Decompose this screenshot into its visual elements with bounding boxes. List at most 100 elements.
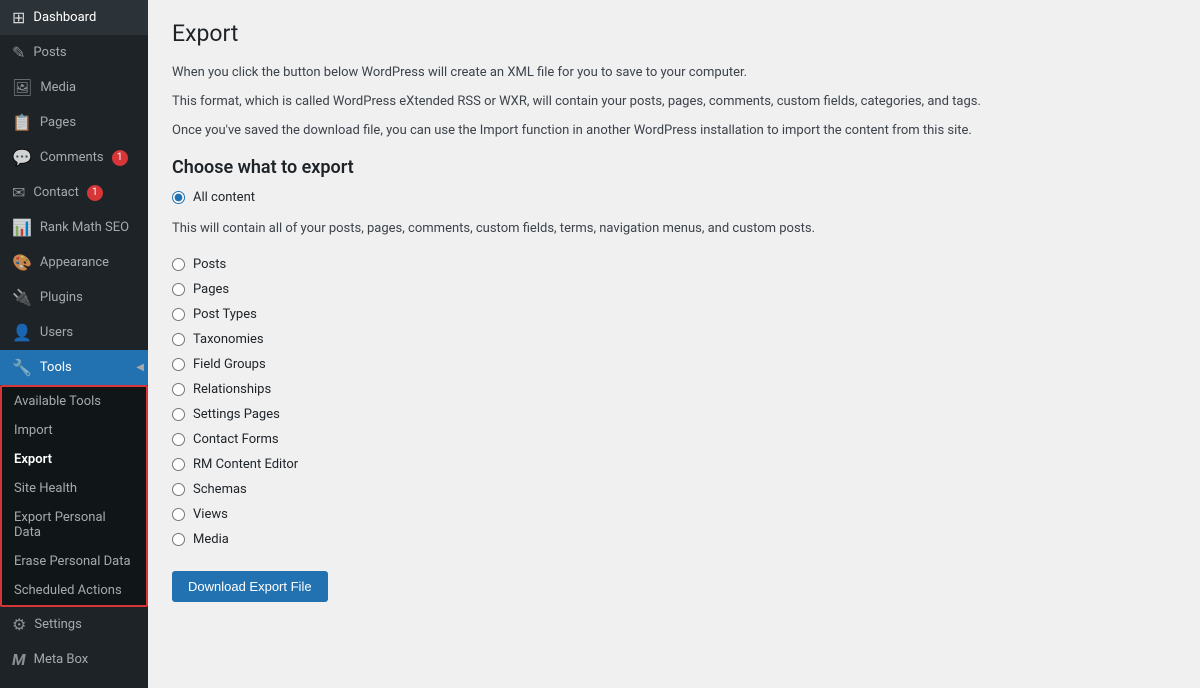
radio-field-groups-label: Field Groups: [193, 357, 266, 372]
sidebar-item-plugins[interactable]: 🔌 Plugins: [0, 280, 148, 315]
pages-icon: 📋: [12, 113, 32, 132]
sidebar-item-label: Settings: [34, 617, 81, 632]
radio-posts-label: Posts: [193, 257, 226, 272]
description-3: Once you've saved the download file, you…: [172, 121, 1176, 142]
sidebar-item-label: Dashboard: [33, 10, 96, 25]
radio-all-content-input[interactable]: [172, 191, 185, 204]
radio-taxonomies[interactable]: Taxonomies: [172, 332, 1176, 347]
radio-schemas-input[interactable]: [172, 483, 185, 496]
submenu-export-personal-data[interactable]: Export Personal Data: [2, 503, 146, 547]
radio-views-input[interactable]: [172, 508, 185, 521]
radio-field-groups[interactable]: Field Groups: [172, 357, 1176, 372]
appearance-icon: 🎨: [12, 253, 32, 272]
radio-post-types[interactable]: Post Types: [172, 307, 1176, 322]
radio-settings-pages-label: Settings Pages: [193, 407, 280, 422]
sidebar-item-settings[interactable]: ⚙ Settings: [0, 607, 148, 642]
radio-views-label: Views: [193, 507, 228, 522]
main-content: Export When you click the button below W…: [148, 0, 1200, 688]
sidebar-item-label: Rank Math SEO: [40, 220, 129, 235]
sidebar-item-tools[interactable]: 🔧 Tools ◀: [0, 350, 148, 385]
radio-schemas[interactable]: Schemas: [172, 482, 1176, 497]
sidebar-item-rank-math[interactable]: 📊 Rank Math SEO: [0, 210, 148, 245]
radio-schemas-label: Schemas: [193, 482, 247, 497]
radio-relationships-label: Relationships: [193, 382, 271, 397]
posts-icon: ✎: [12, 43, 25, 62]
radio-media-label: Media: [193, 532, 229, 547]
radio-rm-content-editor-label: RM Content Editor: [193, 457, 298, 472]
users-icon: 👤: [12, 323, 32, 342]
contact-badge: 1: [87, 185, 103, 201]
sidebar-item-label: Plugins: [40, 290, 83, 305]
submenu-erase-personal-data[interactable]: Erase Personal Data: [2, 547, 146, 576]
radio-all-content[interactable]: All content: [172, 190, 1176, 205]
all-content-description: This will contain all of your posts, pag…: [172, 219, 1176, 239]
radio-field-groups-input[interactable]: [172, 358, 185, 371]
comments-badge: 1: [112, 150, 128, 166]
radio-relationships-input[interactable]: [172, 383, 185, 396]
radio-all-content-label: All content: [193, 190, 255, 205]
radio-settings-pages-input[interactable]: [172, 408, 185, 421]
radio-taxonomies-input[interactable]: [172, 333, 185, 346]
sidebar-item-label: Posts: [33, 45, 66, 60]
comments-icon: 💬: [12, 148, 32, 167]
tools-icon: 🔧: [12, 358, 32, 377]
tools-submenu: Available Tools Import Export Site Healt…: [0, 385, 148, 607]
radio-rm-content-editor-input[interactable]: [172, 458, 185, 471]
radio-post-types-label: Post Types: [193, 307, 257, 322]
radio-posts-input[interactable]: [172, 258, 185, 271]
sidebar-item-users[interactable]: 👤 Users: [0, 315, 148, 350]
sidebar-item-comments[interactable]: 💬 Comments 1: [0, 140, 148, 175]
sidebar-item-label: Media: [40, 80, 76, 95]
submenu-available-tools[interactable]: Available Tools: [2, 387, 146, 416]
radio-rm-content-editor[interactable]: RM Content Editor: [172, 457, 1176, 472]
sidebar-item-media[interactable]: 🖼 Media: [0, 70, 148, 105]
sidebar-item-label: Users: [40, 325, 73, 340]
tools-arrow-icon: ◀: [136, 362, 144, 373]
plugins-icon: 🔌: [12, 288, 32, 307]
radio-media-input[interactable]: [172, 533, 185, 546]
radio-pages-input[interactable]: [172, 283, 185, 296]
settings-icon: ⚙: [12, 615, 26, 634]
description-1: When you click the button below WordPres…: [172, 63, 1176, 84]
submenu-site-health[interactable]: Site Health: [2, 474, 146, 503]
sidebar-item-dashboard[interactable]: ⊞ Dashboard: [0, 0, 148, 35]
radio-post-types-input[interactable]: [172, 308, 185, 321]
radio-contact-forms[interactable]: Contact Forms: [172, 432, 1176, 447]
sidebar-item-meta-box[interactable]: M Meta Box: [0, 642, 148, 677]
radio-media[interactable]: Media: [172, 532, 1176, 547]
sidebar-item-label: Meta Box: [34, 652, 89, 667]
radio-pages-label: Pages: [193, 282, 229, 297]
sidebar-item-label: Tools: [40, 360, 72, 375]
submenu-scheduled-actions[interactable]: Scheduled Actions: [2, 576, 146, 605]
sidebar-item-posts[interactable]: ✎ Posts: [0, 35, 148, 70]
submenu-import[interactable]: Import: [2, 416, 146, 445]
description-2: This format, which is called WordPress e…: [172, 92, 1176, 113]
radio-contact-forms-label: Contact Forms: [193, 432, 279, 447]
media-icon: 🖼: [12, 78, 32, 97]
sidebar-item-otter-blocks[interactable]: ⬡ Otter Blocks: [0, 677, 148, 688]
sidebar-item-label: Contact: [33, 185, 78, 200]
radio-pages[interactable]: Pages: [172, 282, 1176, 297]
sidebar-item-pages[interactable]: 📋 Pages: [0, 105, 148, 140]
export-options: All content This will contain all of you…: [172, 190, 1176, 547]
sidebar-item-appearance[interactable]: 🎨 Appearance: [0, 245, 148, 280]
sidebar-item-label: Appearance: [40, 255, 109, 270]
page-title: Export: [172, 20, 1176, 47]
radio-contact-forms-input[interactable]: [172, 433, 185, 446]
sidebar-item-label: Pages: [40, 115, 76, 130]
contact-icon: ✉: [12, 183, 25, 202]
meta-box-icon: M: [12, 650, 26, 669]
download-export-button[interactable]: Download Export File: [172, 571, 328, 602]
radio-posts[interactable]: Posts: [172, 257, 1176, 272]
rank-math-icon: 📊: [12, 218, 32, 237]
radio-taxonomies-label: Taxonomies: [193, 332, 264, 347]
sidebar-item-label: Comments: [40, 150, 104, 165]
section-heading: Choose what to export: [172, 157, 1176, 178]
dashboard-icon: ⊞: [12, 8, 25, 27]
submenu-export[interactable]: Export: [2, 445, 146, 474]
sidebar: ⊞ Dashboard ✎ Posts 🖼 Media 📋 Pages 💬 Co…: [0, 0, 148, 688]
sidebar-item-contact[interactable]: ✉ Contact 1: [0, 175, 148, 210]
radio-views[interactable]: Views: [172, 507, 1176, 522]
radio-relationships[interactable]: Relationships: [172, 382, 1176, 397]
radio-settings-pages[interactable]: Settings Pages: [172, 407, 1176, 422]
